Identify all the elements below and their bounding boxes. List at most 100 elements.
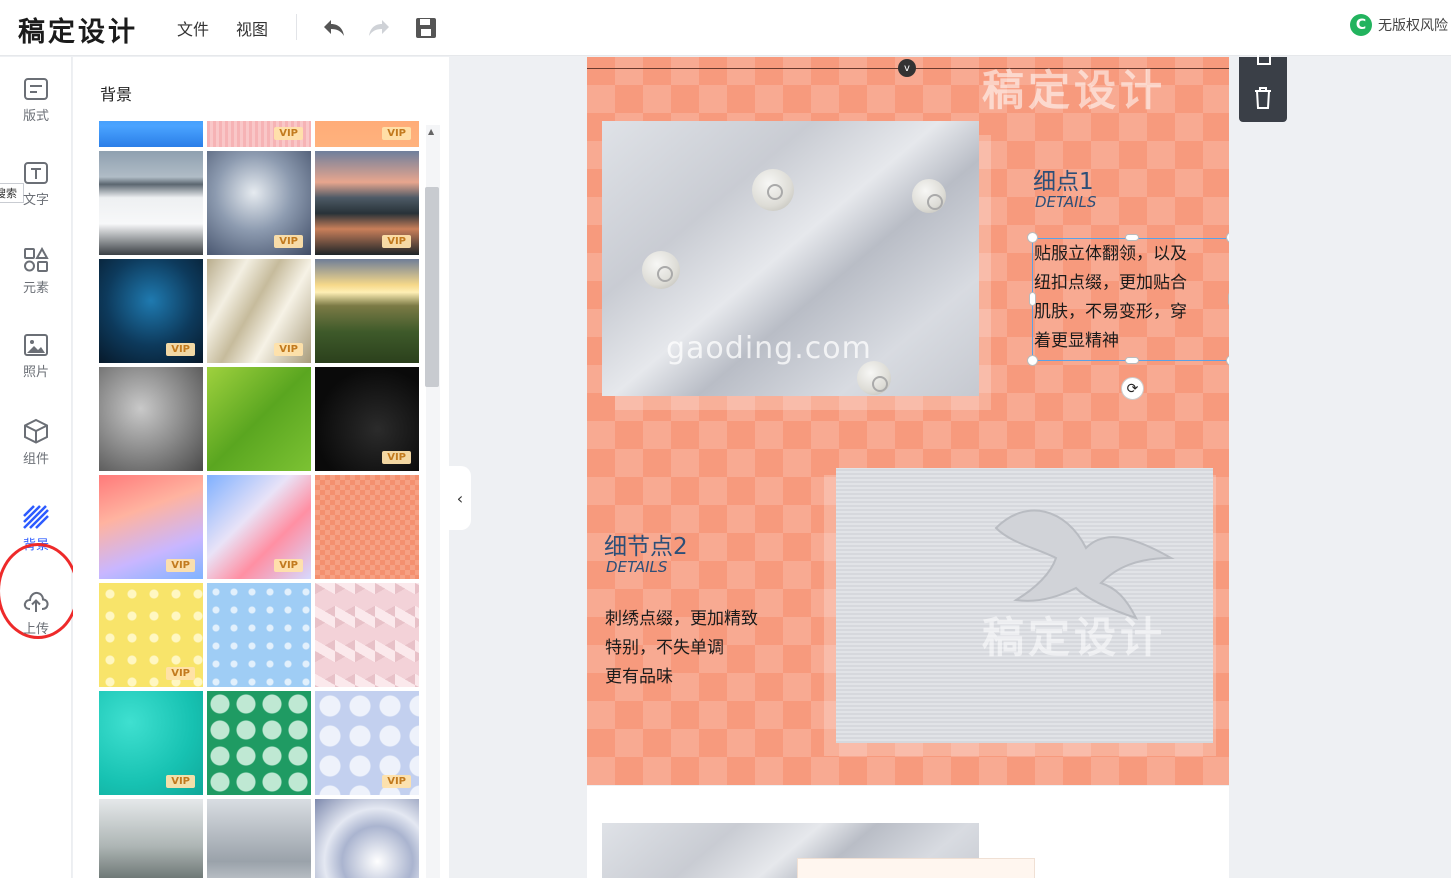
toolbar-divider <box>296 14 297 40</box>
bg-thumb-lake-sunset[interactable]: VIP <box>315 151 419 255</box>
bg-thumb-bokeh-bubbles[interactable]: VIP <box>315 691 419 795</box>
nav-layout[interactable]: 版式 <box>0 77 72 147</box>
canvas-page-2[interactable] <box>587 786 1229 878</box>
nav-text[interactable]: 文字 <box>0 161 72 231</box>
bg-thumb-pink-lines[interactable]: VIP <box>207 121 311 147</box>
selection-box[interactable] <box>1032 238 1229 361</box>
left-nav: 版式 搜索 文字 元素 照片 组件 背景 上传 <box>0 57 79 878</box>
rotate-handle-icon[interactable]: ⟳ <box>1121 377 1144 400</box>
detail2-body[interactable]: 刺绣点缀，更加精致 特别，不失单调 更有品味 <box>605 605 825 692</box>
bg-thumb-silk-cloth[interactable]: VIP <box>207 259 311 363</box>
vip-badge: VIP <box>166 667 195 680</box>
component-icon <box>24 418 48 444</box>
detail2-subtitle[interactable]: DETAILS <box>606 558 667 576</box>
resize-handle-left[interactable] <box>1029 292 1036 306</box>
vip-badge: VIP <box>382 775 411 788</box>
resize-handle-br[interactable] <box>1226 355 1229 366</box>
vip-badge: VIP <box>382 451 411 464</box>
vip-badge: VIP <box>166 775 195 788</box>
chevron-left-icon: ‹ <box>456 488 464 508</box>
design-canvas[interactable]: v 稿定设计 gaoding.com 细点1 DETAILS 贴服立体翻领，以及… <box>587 57 1229 785</box>
bg-thumb-blue-smoke[interactable]: VIP <box>207 151 311 255</box>
bg-thumb-grey-fog[interactable] <box>207 799 311 878</box>
background-icon <box>23 505 49 529</box>
panel-title: 背景 <box>100 85 133 104</box>
bg-thumb-yellow-dots[interactable]: VIP <box>99 583 203 687</box>
upload-icon <box>23 591 49 612</box>
copyright-badge[interactable]: C 无版权风险 <box>1350 14 1448 36</box>
vip-badge: VIP <box>274 235 303 248</box>
vip-badge: VIP <box>274 343 303 356</box>
watermark-url: gaoding.com <box>666 331 872 366</box>
nav-photo-label: 照片 <box>22 365 49 380</box>
nav-upload[interactable]: 上传 <box>0 590 72 660</box>
bg-thumb-blue-shapes[interactable] <box>207 583 311 687</box>
bg-thumb-swirl[interactable] <box>315 799 419 878</box>
bg-thumb-blue-gradient[interactable] <box>99 121 203 147</box>
vip-badge: VIP <box>274 559 303 572</box>
bg-thumb-green-geometric[interactable] <box>207 691 311 795</box>
detail2-line: 特别，不失单调 <box>605 638 724 658</box>
shirt-collar-photo[interactable]: gaoding.com <box>602 121 979 396</box>
vip-badge: VIP <box>274 127 303 140</box>
background-grid: VIP VIP VIP VIP VIP VIP VIP VIP VIP VIP … <box>99 121 421 878</box>
nav-elements[interactable]: 元素 <box>0 247 72 317</box>
detail2-line: 更有品味 <box>605 667 673 687</box>
detail2-line: 刺绣点缀，更加精致 <box>605 609 758 629</box>
detail1-subtitle[interactable]: DETAILS <box>1035 193 1096 211</box>
nav-elements-label: 元素 <box>22 281 49 296</box>
app-logo[interactable]: 稿定设计 <box>18 10 138 49</box>
delete-icon[interactable] <box>1253 87 1273 109</box>
bg-thumb-sunrise-field[interactable] <box>315 259 419 363</box>
detail1-title[interactable]: 细点1 <box>1033 162 1094 196</box>
nav-upload-label: 上传 <box>22 622 49 637</box>
panel-scroll-thumb[interactable] <box>425 187 439 387</box>
bg-thumb-dark-space[interactable]: VIP <box>315 367 419 471</box>
bg-thumb-network-blue[interactable]: VIP <box>99 259 203 363</box>
shirt-button <box>642 251 680 289</box>
bg-thumb-teal-cells[interactable]: VIP <box>99 691 203 795</box>
bg-thumb-salmon-check[interactable] <box>315 475 419 579</box>
background-panel: 背景 VIP VIP VIP VIP VIP VIP VIP VIP VIP V… <box>73 57 449 878</box>
menu-view[interactable]: 视图 <box>236 16 268 40</box>
bg-thumb-pink-cubes[interactable] <box>315 583 419 687</box>
redo-icon[interactable] <box>363 12 395 44</box>
nav-layout-label: 版式 <box>22 109 49 124</box>
watermark-top: 稿定设计 <box>982 66 1167 115</box>
bg-thumb-orange-gradient[interactable]: VIP <box>315 121 419 147</box>
elements-icon <box>24 247 49 272</box>
bg-thumb-fluid-gradient[interactable]: VIP <box>207 475 311 579</box>
detail2-title[interactable]: 细节点2 <box>604 527 688 561</box>
resize-handle-bottom[interactable] <box>1125 357 1139 364</box>
shirt-button <box>752 169 794 211</box>
bg-thumb-grey-smoke[interactable] <box>99 367 203 471</box>
bg-thumb-rainbow-prism[interactable]: VIP <box>99 475 203 579</box>
watermark-middle: 稿定设计 <box>982 613 1167 662</box>
nav-photo[interactable]: 照片 <box>0 333 72 403</box>
shirt-button <box>912 179 946 213</box>
page2-label-box <box>797 858 1035 878</box>
resize-handle-tl[interactable] <box>1027 232 1038 243</box>
resize-handle-top[interactable] <box>1125 234 1139 241</box>
shirt-button <box>857 361 891 395</box>
copyright-logo-icon: C <box>1350 14 1372 36</box>
bg-thumb-mountain-clouds[interactable] <box>99 151 203 255</box>
bg-thumb-misty-forest[interactable] <box>99 799 203 878</box>
nav-component-label: 组件 <box>22 452 49 467</box>
vip-badge: VIP <box>382 127 411 140</box>
undo-icon[interactable] <box>318 12 350 44</box>
menu-file[interactable]: 文件 <box>177 16 209 40</box>
resize-handle-right[interactable] <box>1228 292 1229 306</box>
resize-handle-bl[interactable] <box>1027 355 1038 366</box>
vip-badge: VIP <box>382 235 411 248</box>
nav-text-label: 文字 <box>22 193 49 208</box>
text-icon <box>24 162 48 184</box>
scroll-up-arrow-icon[interactable]: ▲ <box>428 127 434 136</box>
bg-thumb-green-leaf[interactable] <box>207 367 311 471</box>
nav-component[interactable]: 组件 <box>0 418 72 488</box>
photo-icon <box>24 334 48 356</box>
page-marker[interactable]: v <box>898 59 916 77</box>
copy-icon[interactable] <box>1253 53 1273 67</box>
save-icon[interactable] <box>410 12 442 44</box>
collapse-panel-button[interactable]: ‹ <box>449 466 471 530</box>
